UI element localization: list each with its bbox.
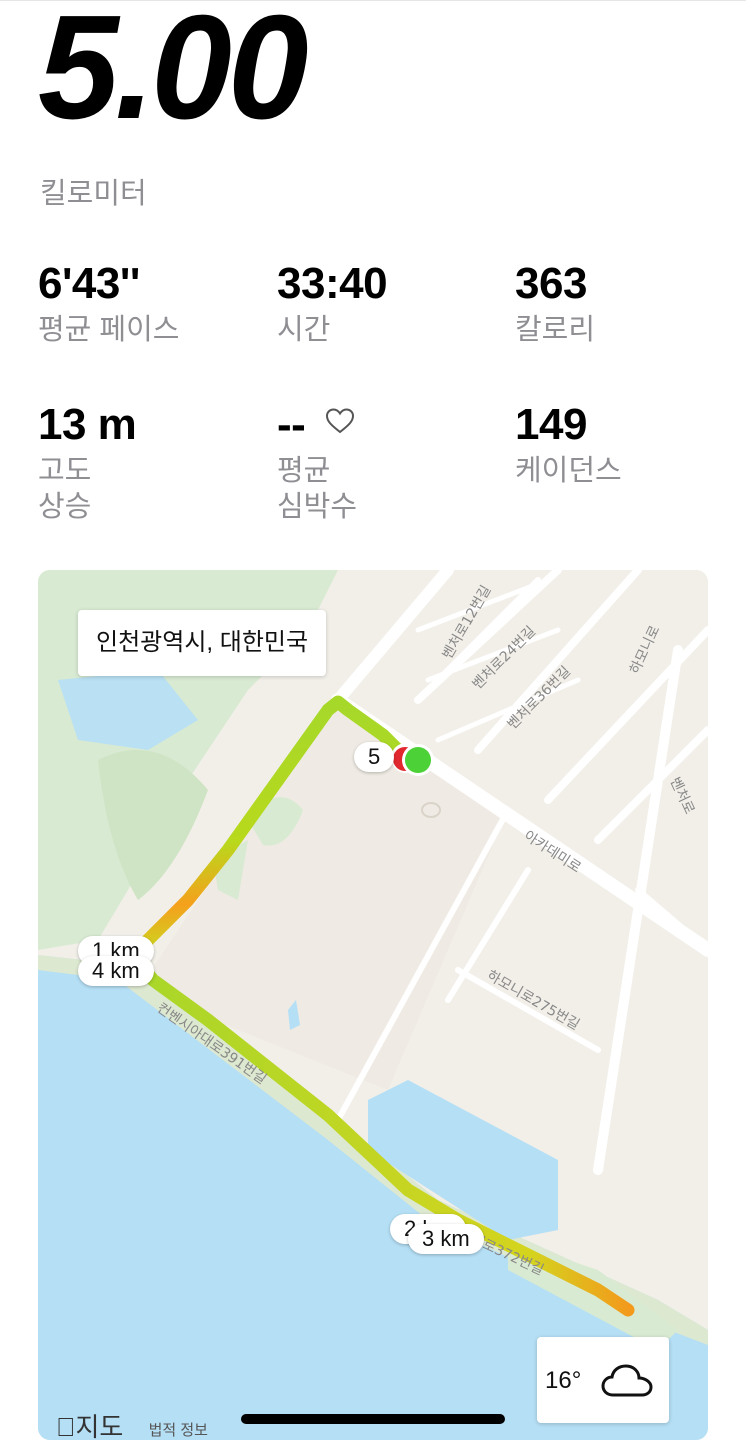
map-attribution: 지도 법적 정보: [56, 1407, 208, 1440]
weather-temp: 16°: [545, 1367, 582, 1394]
stat-calories: 363 칼로리: [515, 262, 595, 348]
heart-rate-label-line2: 심박수: [277, 491, 358, 523]
time-label: 시간: [277, 314, 331, 346]
calories-label: 칼로리: [515, 314, 596, 346]
map-canvas: 벤처로12번길 벤처로24번길 벤처로36번길 하모니로 벤처로 아카데미로 하…: [38, 570, 708, 1440]
cloud-icon: [601, 1364, 653, 1397]
legal-info-link[interactable]: 법적 정보: [149, 1422, 208, 1439]
maps-logo: 지도: [56, 1412, 124, 1440]
home-indicator[interactable]: [241, 1414, 505, 1424]
heart-rate-label: 평균 심박수: [277, 453, 357, 525]
weather-badge: 16°: [537, 1337, 669, 1423]
stat-time: 33:40 시간: [277, 259, 388, 348]
distance-unit: 킬로미터: [40, 178, 147, 210]
route-map[interactable]: 벤처로12번길 벤처로24번길 벤처로36번길 하모니로 벤처로 아카데미로 하…: [38, 570, 708, 1440]
stat-elevation: 13 m 고도 상승: [38, 400, 137, 525]
cadence-value: 149: [515, 400, 587, 449]
heart-rate-row: --: [277, 403, 357, 447]
km-marker-3: 3 km: [408, 1224, 484, 1254]
apple-icon: : [56, 1412, 76, 1440]
heart-rate-label-line1: 평균: [277, 455, 331, 487]
stat-heart-rate: -- 평균 심박수: [277, 403, 357, 525]
heart-rate-value: --: [277, 400, 306, 449]
elevation-label-line1: 고도: [38, 455, 92, 487]
km-marker-4: 4 km: [78, 956, 154, 986]
calories-value: 363: [515, 259, 587, 308]
km-marker-5: 5: [354, 742, 395, 772]
time-value: 33:40: [277, 259, 388, 308]
heart-outline-icon: [326, 408, 355, 434]
stat-avg-pace: 6'43'' 평균 페이스: [38, 262, 179, 348]
elevation-label: 고도 상승: [38, 453, 136, 525]
elevation-value: 13 m: [38, 400, 137, 449]
location-label: 인천광역시, 대한민국: [78, 610, 327, 676]
avg-pace-value: 6'43'': [38, 259, 140, 308]
elevation-label-line2: 상승: [38, 491, 92, 523]
stat-cadence: 149 케이던스: [515, 403, 622, 489]
cadence-label: 케이던스: [515, 455, 622, 487]
distance-value: 5.00: [38, 0, 309, 150]
avg-pace-label: 평균 페이스: [38, 314, 180, 346]
